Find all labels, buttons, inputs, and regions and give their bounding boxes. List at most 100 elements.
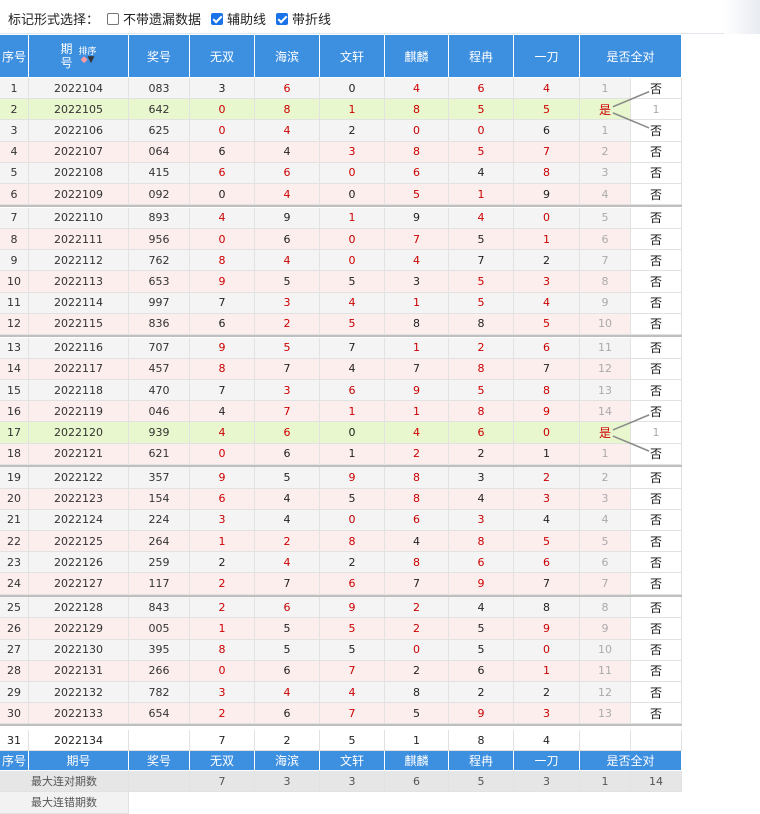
next-row-cell-mark	[580, 730, 631, 752]
table-cell-mark: 是	[580, 99, 631, 121]
table-cell-prize: 939	[129, 422, 190, 444]
table-cell-p6: 6	[514, 552, 580, 574]
option-guide-lines-label: 辅助线	[227, 13, 267, 28]
table-cell-seq: 10	[0, 271, 29, 293]
stats-cell-p3: 3	[320, 771, 385, 793]
table-cell-p6: 5	[514, 531, 580, 553]
table-cell-p2: 6	[255, 162, 320, 184]
header-period[interactable]: 期号排序 ◆▼	[29, 35, 129, 78]
table-cell-p1: 0	[190, 120, 255, 142]
table-cell-p4: 2	[385, 443, 449, 465]
next-row-cell-p1: 7	[190, 730, 255, 752]
next-row-cell-p5: 8	[449, 730, 514, 752]
table-cell-period: 2022131	[29, 660, 129, 682]
table-cell-yesno: 否	[631, 120, 682, 142]
table-cell-p3: 5	[320, 639, 385, 661]
table-cell-p5: 6	[449, 660, 514, 682]
table-cell-mark: 6	[580, 552, 631, 574]
table-cell-p6: 4	[514, 78, 580, 100]
table-cell-prize: 259	[129, 552, 190, 574]
table-cell-seq: 2	[0, 99, 29, 121]
table-cell-p5: 8	[449, 358, 514, 380]
table-cell-seq: 20	[0, 488, 29, 510]
table-cell-mark: 2	[580, 467, 631, 489]
table-cell-p3: 1	[320, 207, 385, 229]
table-cell-p6: 3	[514, 271, 580, 293]
stats-label-max-wrong: 最大连错期数	[0, 792, 129, 814]
table-cell-p6: 2	[514, 682, 580, 704]
table-cell-mark: 2	[580, 141, 631, 163]
table-cell-p5: 8	[449, 313, 514, 335]
table-cell-p1: 4	[190, 422, 255, 444]
table-cell-p6: 8	[514, 380, 580, 402]
option-no-omission-label: 不带遗漏数据	[123, 13, 202, 28]
next-row-cell-p2: 2	[255, 730, 320, 752]
table-cell-prize: 395	[129, 639, 190, 661]
option-guide-lines[interactable]: 辅助线	[211, 9, 266, 28]
table-cell-p1: 1	[190, 618, 255, 640]
table-cell-prize: 415	[129, 162, 190, 184]
table-cell-p4: 7	[385, 573, 449, 595]
table-cell-p2: 2	[255, 313, 320, 335]
table-cell-yesno: 否	[631, 207, 682, 229]
option-no-omission[interactable]: 不带遗漏数据	[107, 9, 201, 28]
table-cell-period: 2022107	[29, 141, 129, 163]
header-yidao: 一刀	[514, 35, 580, 78]
table-cell-p2: 4	[255, 552, 320, 574]
table-cell-seq: 12	[0, 313, 29, 335]
table-cell-p4: 2	[385, 660, 449, 682]
table-cell-prize: 264	[129, 531, 190, 553]
sort-asc-icon[interactable]: ◆	[81, 55, 88, 65]
table-cell-p4: 7	[385, 229, 449, 251]
table-cell-mark: 12	[580, 682, 631, 704]
table-cell-p4: 2	[385, 618, 449, 640]
table-cell-p2: 6	[255, 660, 320, 682]
table-cell-p6: 8	[514, 597, 580, 619]
footer-header-seq: 序号	[0, 751, 29, 772]
table-cell-p5: 2	[449, 443, 514, 465]
table-cell-prize: 046	[129, 401, 190, 423]
table-cell-p2: 4	[255, 120, 320, 142]
table-cell-p3: 4	[320, 682, 385, 704]
table-cell-seq: 9	[0, 250, 29, 272]
checkbox-guide-lines[interactable]	[211, 12, 224, 25]
checkbox-no-omission[interactable]	[107, 12, 120, 25]
table-cell-p2: 4	[255, 509, 320, 531]
table-cell-p3: 3	[320, 141, 385, 163]
table-cell-period: 2022116	[29, 337, 129, 359]
table-cell-p2: 4	[255, 184, 320, 206]
table-cell-prize: 154	[129, 488, 190, 510]
table-cell-p1: 3	[190, 78, 255, 100]
table-cell-p5: 6	[449, 422, 514, 444]
sort-icon[interactable]: 排序 ◆▼	[79, 48, 97, 65]
table-cell-p3: 0	[320, 184, 385, 206]
table-cell-seq: 16	[0, 401, 29, 423]
stats-label-max-correct: 最大连对期数	[0, 771, 129, 793]
table-cell-p2: 5	[255, 337, 320, 359]
table-cell-yesno: 否	[631, 337, 682, 359]
table-cell-mark: 1	[580, 78, 631, 100]
table-cell-prize: 782	[129, 682, 190, 704]
option-polyline[interactable]: 带折线	[276, 9, 331, 28]
checkbox-polyline[interactable]	[276, 12, 289, 25]
table-cell-p1: 6	[190, 141, 255, 163]
next-row-cell-prize	[129, 730, 190, 752]
table-cell-p5: 4	[449, 162, 514, 184]
table-cell-p4: 0	[385, 120, 449, 142]
table-cell-mark: 6	[580, 229, 631, 251]
table-cell-seq: 23	[0, 552, 29, 574]
table-cell-yesno: 否	[631, 229, 682, 251]
table-cell-prize: 621	[129, 443, 190, 465]
footer-header-wushuang: 无双	[190, 751, 255, 772]
table-cell-prize: 092	[129, 184, 190, 206]
table-cell-p3: 2	[320, 120, 385, 142]
sort-desc-icon[interactable]: ▼	[88, 55, 95, 65]
table-cell-mark: 3	[580, 488, 631, 510]
table-cell-p2: 6	[255, 229, 320, 251]
footer-header-chengran: 程冉	[449, 751, 514, 772]
table-cell-mark: 12	[580, 358, 631, 380]
table-cell-p6: 5	[514, 313, 580, 335]
table-cell-mark: 1	[580, 443, 631, 465]
table-cell-period: 2022129	[29, 618, 129, 640]
table-cell-p3: 0	[320, 422, 385, 444]
